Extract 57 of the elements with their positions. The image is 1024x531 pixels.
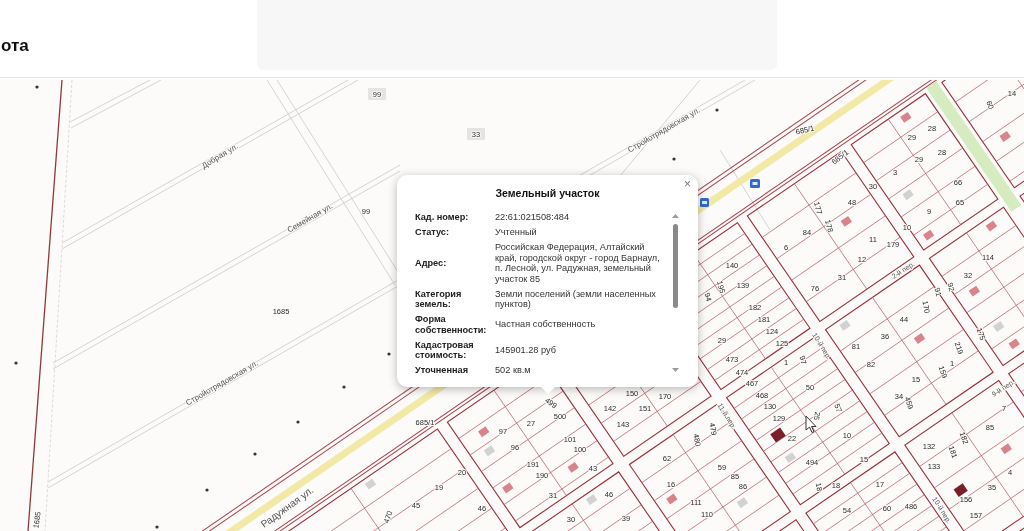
survey-point-icon	[35, 85, 39, 89]
building	[483, 445, 496, 457]
field-label: Категория земель:	[415, 288, 463, 310]
building	[1000, 443, 1012, 455]
building	[968, 285, 981, 297]
survey-point-icon	[205, 488, 209, 492]
field-label: Уточненная	[415, 365, 470, 376]
survey-point-icon	[387, 352, 391, 356]
field-label: Статус:	[415, 227, 451, 238]
building	[902, 189, 914, 201]
scroll-up-icon[interactable]	[671, 214, 679, 218]
label-background	[467, 128, 485, 140]
building	[478, 426, 490, 438]
building	[993, 321, 1005, 332]
field-label: Кад. номер:	[415, 212, 470, 223]
building	[1008, 338, 1020, 350]
building	[840, 215, 852, 227]
survey-point-icon	[14, 361, 18, 365]
field-label: Кадастровая стоимость:	[415, 339, 475, 361]
survey-point-icon	[155, 525, 159, 529]
field-value: Российская Федерация, Алтайский край, городской округ - город Барнаул, п. Лесной, ул. Радужная, земельный участок 85	[495, 242, 661, 284]
scroll-down-icon[interactable]	[671, 368, 679, 372]
building	[585, 494, 598, 505]
marker-icon	[750, 179, 760, 188]
field-value: 145901.28 руб	[495, 344, 557, 356]
field-value: Учтенный	[495, 227, 538, 238]
field-value: Частная собственность	[495, 319, 597, 330]
survey-point-icon	[253, 452, 257, 456]
building	[770, 427, 786, 443]
survey-point-icon	[296, 420, 300, 424]
survey-point-icon	[342, 385, 346, 389]
building	[364, 478, 377, 490]
building	[502, 482, 514, 494]
field-value: 502 кв.м	[495, 365, 532, 376]
building	[736, 497, 749, 509]
survey-point-icon	[715, 108, 719, 112]
marker-icon	[700, 198, 709, 207]
page-title: ота	[1, 36, 29, 56]
building	[922, 229, 935, 241]
close-button[interactable]: ×	[681, 177, 694, 191]
label-background	[368, 88, 386, 100]
building	[666, 493, 678, 505]
field-value: 22:61:021508:484	[495, 212, 571, 223]
building	[839, 319, 851, 331]
popup-title: Земельный участок	[494, 187, 601, 199]
field-value: Земли поселений (земли населенных пунктов)	[495, 288, 657, 310]
building	[567, 461, 579, 473]
field-label: Адрес:	[415, 257, 448, 269]
field-label: Форма собственности:	[415, 314, 488, 335]
building	[953, 483, 968, 497]
building	[913, 333, 926, 344]
building	[784, 452, 796, 464]
building	[985, 220, 998, 232]
building	[900, 111, 912, 123]
survey-point-icon	[672, 157, 676, 161]
building	[999, 131, 1011, 142]
scrollbar-thumb[interactable]	[672, 224, 678, 308]
